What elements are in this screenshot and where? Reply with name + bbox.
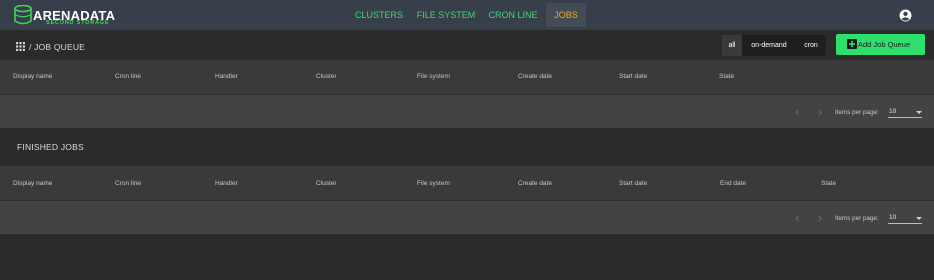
next-page-icon[interactable]: › [818, 211, 822, 224]
finished-jobs-paginator: ‹ › Items per page: 10 [0, 201, 934, 234]
filter-cron-button[interactable]: cron [796, 35, 826, 56]
chevron-down-icon [916, 111, 922, 114]
column-header[interactable]: State [719, 73, 734, 80]
apps-grid-icon [16, 42, 25, 51]
nav-clusters[interactable]: CLUSTERS [350, 3, 408, 27]
column-header[interactable]: Handler [215, 73, 238, 80]
finished-jobs-toolbar: FINISHED JOBS [0, 128, 934, 166]
nav-file-system[interactable]: FILE SYSTEM [414, 3, 478, 27]
items-per-page-label: Items per page: [835, 215, 879, 222]
items-per-page-value: 10 [889, 214, 897, 221]
column-header[interactable]: State [821, 180, 836, 187]
top-app-bar: ARENADATA SECOND STORAGE CLUSTERS FILE S… [0, 0, 934, 30]
column-header[interactable]: Cluster [316, 180, 337, 187]
column-header[interactable]: Create date [518, 73, 552, 80]
finished-jobs-table-header: Display name Cron line Handler Cluster F… [0, 166, 934, 200]
items-per-page-label: Items per page: [835, 109, 879, 116]
add-job-queue-label: Add Job Queue [858, 40, 911, 49]
previous-page-icon[interactable]: ‹ [795, 211, 799, 224]
job-queue-table-header: Display name Cron line Handler Cluster F… [0, 60, 934, 94]
account-circle-icon[interactable] [899, 9, 912, 22]
logo-cylinder-icon [14, 5, 32, 25]
items-per-page-select[interactable]: 10 [888, 107, 922, 118]
items-per-page-value: 10 [889, 108, 897, 115]
previous-page-icon[interactable]: ‹ [795, 105, 799, 118]
column-header[interactable]: Display name [13, 73, 52, 80]
column-header[interactable]: Cron line [115, 180, 141, 187]
finished-jobs-title: FINISHED JOBS [17, 142, 84, 152]
add-box-icon [847, 39, 857, 49]
logo-subtitle: SECOND STORAGE [46, 20, 110, 26]
column-header[interactable]: Display name [13, 180, 52, 187]
column-header[interactable]: Create date [518, 180, 552, 187]
nav-cron-line[interactable]: CRON LINE [486, 3, 540, 27]
column-header[interactable]: Handler [215, 180, 238, 187]
add-job-queue-button[interactable]: Add Job Queue [836, 34, 925, 55]
column-header[interactable]: End date [720, 180, 746, 187]
items-per-page-select[interactable]: 10 [888, 213, 922, 224]
column-header[interactable]: File system [417, 180, 450, 187]
column-header[interactable]: Start date [619, 180, 647, 187]
nav-jobs[interactable]: JOBS [546, 3, 586, 27]
next-page-icon[interactable]: › [818, 105, 822, 118]
column-header[interactable]: File system [417, 73, 450, 80]
filter-on-demand-button[interactable]: on-demand [743, 35, 795, 56]
job-queue-title: / JOB QUEUE [29, 42, 86, 52]
column-header[interactable]: Cron line [115, 73, 141, 80]
job-queue-paginator: ‹ › Items per page: 10 [0, 95, 934, 128]
column-header[interactable]: Start date [619, 73, 647, 80]
job-type-filter: all on-demand cron [722, 35, 826, 56]
chevron-down-icon [916, 217, 922, 220]
filter-all-button[interactable]: all [722, 35, 742, 56]
column-header[interactable]: Cluster [316, 73, 337, 80]
